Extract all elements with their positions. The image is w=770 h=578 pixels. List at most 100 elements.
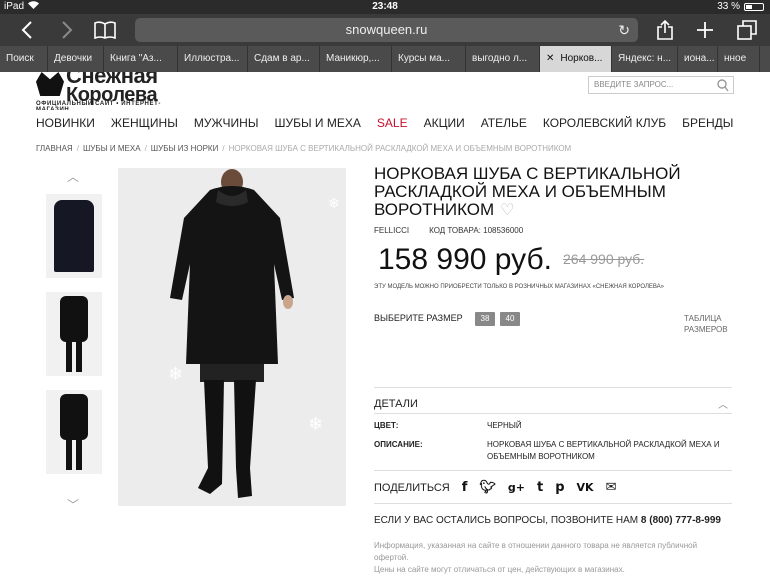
browser-tab[interactable]: Сдам в ар...: [248, 46, 320, 72]
thumbnail-3[interactable]: [46, 390, 102, 474]
product-main-image[interactable]: ❄ ❄ ❄: [118, 168, 346, 506]
email-icon[interactable]: ✉: [606, 480, 617, 495]
details-heading[interactable]: ДЕТАЛИ: [374, 398, 418, 410]
phone-number[interactable]: 8 (800) 777-8-999: [641, 515, 721, 526]
chevron-right-icon: [62, 21, 73, 39]
browser-tab[interactable]: иона...: [678, 46, 718, 72]
old-price: 264 990 руб.: [563, 251, 645, 267]
browser-tab[interactable]: Курсы ма...: [392, 46, 466, 72]
svg-text:❄: ❄: [168, 364, 183, 385]
thumbnail-1[interactable]: [46, 194, 102, 278]
tab-label: Норков...: [560, 53, 603, 64]
bookmarks-button[interactable]: [92, 18, 118, 42]
share-button[interactable]: [652, 18, 678, 42]
tab-strip: Поиск Девочки Книга "Аз... Иллюстра... Сдам …: [0, 46, 770, 72]
nav-item[interactable]: ЖЕНЩИНЫ: [111, 116, 178, 130]
site-logo[interactable]: Снежная Королева ОФИЦИАЛЬНЫЙ САЙТ • ИНТЕ…: [36, 72, 186, 110]
google-plus-icon[interactable]: g+: [508, 481, 525, 494]
breadcrumb-separator: /: [222, 144, 225, 153]
tab-label: Яндекс: н...: [618, 53, 672, 64]
tabs-button[interactable]: [734, 18, 760, 42]
thumbnail-2[interactable]: [46, 292, 102, 376]
back-button[interactable]: [14, 18, 40, 42]
tab-label: выгодно л...: [472, 53, 528, 64]
divider: [374, 470, 732, 471]
status-bar: iPad 23:48 33 %: [0, 0, 770, 14]
tab-label: нное: [724, 53, 747, 64]
forward-button[interactable]: [54, 18, 80, 42]
nav-item[interactable]: ШУБЫ И МЕХА: [274, 116, 360, 130]
facebook-icon[interactable]: f: [462, 480, 468, 495]
browser-tab[interactable]: выгодно л...: [466, 46, 540, 72]
vk-icon[interactable]: VK: [577, 481, 594, 494]
size-label: ВЫБЕРИТЕ РАЗМЕР: [374, 313, 463, 323]
browser-tab[interactable]: Книга "Аз...: [104, 46, 178, 72]
nav-item[interactable]: АТЕЛЬЕ: [481, 116, 527, 130]
nav-item[interactable]: МУЖЧИНЫ: [194, 116, 259, 130]
disclaimer: Информация, указанная на сайте в отношен…: [374, 540, 732, 576]
plus-icon: [697, 22, 713, 38]
search-icon[interactable]: [717, 78, 729, 92]
reload-icon[interactable]: ↻: [618, 18, 630, 42]
breadcrumb-separator: /: [76, 144, 79, 153]
search-input[interactable]: ВВЕДИТЕ ЗАПРОС...: [588, 76, 734, 94]
nav-item[interactable]: НОВИНКИ: [36, 116, 95, 130]
size-table-line-1: ТАБЛИЦА: [684, 314, 722, 323]
tab-label: иона...: [684, 53, 715, 64]
tab-label: Сдам в ар...: [254, 53, 310, 64]
main-nav: НОВИНКИ ЖЕНЩИНЫ МУЖЧИНЫ ШУБЫ И МЕХА SALE АКЦИ…: [36, 116, 749, 130]
divider: [374, 413, 732, 414]
browser-toolbar: snowqueen.ru ↻: [0, 14, 770, 46]
thumbs-down-arrow-icon[interactable]: ﹀: [66, 496, 80, 512]
logo-tagline: ОФИЦИАЛЬНЫЙ САЙТ • ИНТЕРНЕТ-МАГАЗИН: [36, 101, 161, 110]
heart-icon[interactable]: ♡: [500, 202, 514, 220]
disclaimer-line-1: Информация, указанная на сайте в отношен…: [374, 541, 698, 562]
contact-text: ЕСЛИ У ВАС ОСТАЛИСЬ ВОПРОСЫ, ПОЗВОНИТЕ Н…: [374, 515, 639, 526]
breadcrumb-item[interactable]: ГЛАВНАЯ: [36, 144, 73, 153]
share-label: ПОДЕЛИТЬСЯ: [374, 481, 450, 494]
twitter-icon[interactable]: 🐦︎: [479, 480, 496, 495]
share-icon: [657, 20, 673, 40]
model-in-fur-coat-image: ❄ ❄ ❄: [118, 168, 346, 506]
nav-item[interactable]: АКЦИИ: [424, 116, 465, 130]
battery-percent: 33 %: [717, 1, 740, 12]
new-tab-button[interactable]: [692, 18, 718, 42]
pinterest-icon[interactable]: p: [555, 480, 564, 495]
browser-tab[interactable]: Иллюстра...: [178, 46, 248, 72]
crown-icon: [36, 72, 64, 96]
browser-tab[interactable]: Яндекс: н...: [612, 46, 678, 72]
browser-tab[interactable]: ✕ Норков...: [540, 46, 612, 72]
browser-tab[interactable]: Маникюр,...: [320, 46, 392, 72]
breadcrumb-item: НОРКОВАЯ ШУБА С ВЕРТИКАЛЬНОЙ РАСКЛАДКОЙ …: [228, 144, 572, 153]
tab-label: Поиск: [6, 53, 34, 64]
tab-label: Маникюр,...: [326, 53, 380, 64]
nav-item[interactable]: КОРОЛЕВСКИЙ КЛУБ: [543, 116, 666, 130]
size-table-link[interactable]: ТАБЛИЦА РАЗМЕРОВ: [684, 313, 728, 335]
breadcrumb-item[interactable]: ШУБЫ ИЗ НОРКИ: [151, 144, 219, 153]
breadcrumb-item[interactable]: ШУБЫ И МЕХА: [83, 144, 141, 153]
availability-note: ЭТУ МОДЕЛЬ МОЖНО ПРИОБРЕСТИ ТОЛЬКО В РОЗ…: [374, 284, 665, 290]
tumblr-icon[interactable]: t: [537, 480, 543, 495]
share-row: ПОДЕЛИТЬСЯ f 🐦︎ g+ t p VK ✉: [374, 480, 616, 495]
chevron-left-icon: [21, 21, 32, 39]
size-option-38[interactable]: 38: [475, 312, 495, 326]
browser-tab[interactable]: Девочки: [48, 46, 104, 72]
brand-label[interactable]: FELLICCI: [374, 226, 409, 235]
divider: [374, 387, 732, 388]
nav-item[interactable]: SALE: [377, 116, 408, 130]
description-label: ОПИСАНИЕ:: [374, 440, 423, 449]
svg-text:❄: ❄: [328, 196, 340, 212]
browser-tab[interactable]: Поиск: [0, 46, 48, 72]
address-bar[interactable]: snowqueen.ru ↻: [135, 18, 638, 42]
close-tab-icon[interactable]: ✕: [546, 53, 554, 64]
current-price: 158 990 руб.: [378, 243, 552, 276]
thumbs-up-arrow-icon[interactable]: ︿: [66, 168, 80, 184]
url-text: snowqueen.ru: [345, 22, 428, 37]
color-label: ЦВЕТ:: [374, 421, 399, 430]
nav-item[interactable]: БРЕНДЫ: [682, 116, 733, 130]
browser-tab[interactable]: нное: [718, 46, 760, 72]
tabs-icon: [737, 20, 757, 40]
size-option-40[interactable]: 40: [500, 312, 520, 326]
tab-label: Курсы ма...: [398, 53, 451, 64]
chevron-up-icon[interactable]: ︿: [718, 396, 728, 411]
